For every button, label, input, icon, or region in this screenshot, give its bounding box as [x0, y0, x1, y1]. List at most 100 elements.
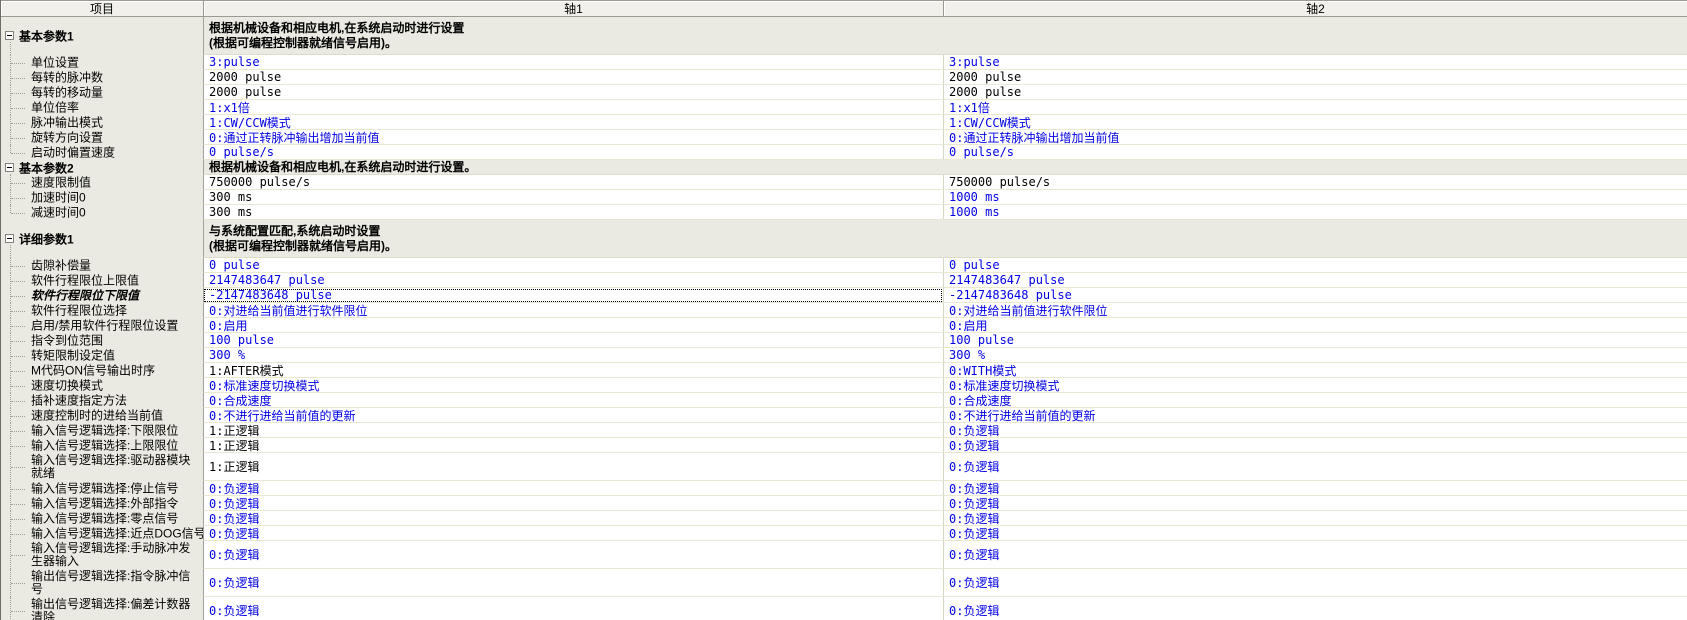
axis1-value-cell[interactable]: 0 pulse	[203, 258, 943, 273]
axis2-value-cell[interactable]: 100 pulse	[943, 333, 1687, 348]
tree-cell[interactable]: 指令到位范围	[1, 333, 203, 348]
tree-cell[interactable]: 减速时间0	[1, 205, 203, 220]
axis2-value-cell[interactable]: 0:负逻辑	[943, 438, 1687, 453]
axis2-value-cell[interactable]: 0:不进行进给当前值的更新	[943, 408, 1687, 423]
tree-item-label[interactable]: 单位倍率	[31, 101, 203, 114]
tree-item-label[interactable]: 减速时间0	[31, 206, 203, 219]
axis1-value-cell[interactable]: 0:负逻辑	[203, 526, 943, 541]
tree-cell[interactable]: 启动时偏置速度	[1, 145, 203, 160]
tree-group-label[interactable]: 基本参数2	[19, 160, 74, 175]
axis2-value-cell[interactable]: 0:对进给当前值进行软件限位	[943, 303, 1687, 318]
tree-item-label[interactable]: 脉冲输出模式	[31, 116, 203, 129]
tree-cell[interactable]: 每转的移动量	[1, 85, 203, 100]
axis2-value-cell[interactable]: 0:通过正转脉冲输出增加当前值	[943, 130, 1687, 145]
axis2-value-cell[interactable]: 0:负逻辑	[943, 481, 1687, 496]
tree-cell[interactable]: 输出信号逻辑选择:指令脉冲信号	[1, 569, 203, 597]
axis1-value-cell[interactable]: 0:不进行进给当前值的更新	[203, 408, 943, 423]
tree-item-label[interactable]: 速度切换模式	[31, 379, 203, 392]
tree-cell[interactable]: 单位倍率	[1, 100, 203, 115]
tree-group-label[interactable]: 详细参数1	[19, 231, 74, 248]
axis1-value-cell[interactable]: 2147483647 pulse	[203, 273, 943, 288]
tree-cell[interactable]: 每转的脉冲数	[1, 70, 203, 85]
tree-cell[interactable]: 旋转方向设置	[1, 130, 203, 145]
tree-cell[interactable]: 输入信号逻辑选择:手动脉冲发生器输入	[1, 541, 203, 569]
axis2-value-cell[interactable]: -2147483648 pulse	[943, 288, 1687, 303]
tree-item-label[interactable]: 每转的移动量	[31, 86, 203, 99]
axis2-value-cell[interactable]: 2000 pulse	[943, 70, 1687, 85]
axis2-value-cell[interactable]: 300 %	[943, 348, 1687, 363]
axis1-value-cell[interactable]: 100 pulse	[203, 333, 943, 348]
tree-item-label[interactable]: 转矩限制设定值	[31, 349, 203, 362]
tree-item-label[interactable]: 加速时间0	[31, 191, 203, 204]
tree-group-label[interactable]: 基本参数1	[19, 28, 74, 45]
tree-item-label[interactable]: 输出信号逻辑选择:偏差计数器清除	[31, 598, 203, 620]
axis2-value-cell[interactable]: 0:合成速度	[943, 393, 1687, 408]
axis1-value-cell[interactable]: 1:CW/CCW模式	[203, 115, 943, 130]
tree-cell[interactable]: 输入信号逻辑选择:近点DOG信号	[1, 526, 203, 541]
axis1-value-cell[interactable]: 2000 pulse	[203, 85, 943, 100]
tree-cell[interactable]: 输出信号逻辑选择:偏差计数器清除	[1, 597, 203, 620]
tree-cell[interactable]: 速度切换模式	[1, 378, 203, 393]
tree-item-label[interactable]: 启用/禁用软件行程限位设置	[31, 319, 203, 332]
axis1-value-cell[interactable]: 1:正逻辑	[203, 453, 943, 481]
tree-item-label[interactable]: 旋转方向设置	[31, 131, 203, 144]
tree-item-label[interactable]: 输入信号逻辑选择:外部指令	[31, 497, 203, 510]
axis1-value-cell[interactable]: 300 ms	[203, 205, 943, 220]
tree-cell[interactable]: 输入信号逻辑选择:外部指令	[1, 496, 203, 511]
axis1-value-cell[interactable]: 1:正逻辑	[203, 423, 943, 438]
tree-item-label[interactable]: 输入信号逻辑选择:停止信号	[31, 482, 203, 495]
axis1-value-cell[interactable]: 0:负逻辑	[203, 496, 943, 511]
collapse-minus-icon[interactable]	[5, 234, 14, 243]
axis2-value-cell[interactable]: 750000 pulse/s	[943, 175, 1687, 190]
axis2-value-cell[interactable]: 0:负逻辑	[943, 526, 1687, 541]
tree-cell[interactable]: M代码ON信号输出时序	[1, 363, 203, 378]
tree-cell[interactable]: 基本参数2	[1, 160, 203, 175]
tree-cell[interactable]: 输入信号逻辑选择:停止信号	[1, 481, 203, 496]
axis2-value-cell[interactable]: 0:负逻辑	[943, 423, 1687, 438]
tree-cell[interactable]: 软件行程限位选择	[1, 303, 203, 318]
axis1-value-cell[interactable]: 0:合成速度	[203, 393, 943, 408]
tree-item-label[interactable]: 软件行程限位下限值	[31, 289, 203, 302]
axis2-value-cell[interactable]: 2000 pulse	[943, 85, 1687, 100]
tree-item-label[interactable]: 输入信号逻辑选择:下限限位	[31, 424, 203, 437]
tree-item-label[interactable]: 指令到位范围	[31, 334, 203, 347]
tree-item-label[interactable]: 输入信号逻辑选择:上限限位	[31, 439, 203, 452]
axis1-value-cell[interactable]: 3:pulse	[203, 55, 943, 70]
axis1-value-cell[interactable]: 1:正逻辑	[203, 438, 943, 453]
tree-cell[interactable]: 详细参数1	[1, 220, 203, 258]
axis1-value-cell[interactable]: 0:负逻辑	[203, 597, 943, 620]
axis1-value-cell[interactable]: 0:负逻辑	[203, 569, 943, 597]
tree-item-label[interactable]: 启动时偏置速度	[31, 146, 203, 159]
axis2-value-cell[interactable]: 0:负逻辑	[943, 511, 1687, 526]
axis1-value-cell[interactable]: 0:启用	[203, 318, 943, 333]
axis1-value-cell[interactable]: 2000 pulse	[203, 70, 943, 85]
axis2-value-cell[interactable]: 3:pulse	[943, 55, 1687, 70]
tree-item-label[interactable]: 插补速度指定方法	[31, 394, 203, 407]
axis2-value-cell[interactable]: 0:WITH模式	[943, 363, 1687, 378]
axis1-value-cell[interactable]: 0:通过正转脉冲输出增加当前值	[203, 130, 943, 145]
tree-cell[interactable]: 加速时间0	[1, 190, 203, 205]
tree-item-label[interactable]: 软件行程限位上限值	[31, 274, 203, 287]
axis1-value-cell[interactable]: 1:AFTER模式	[203, 363, 943, 378]
tree-item-label[interactable]: 每转的脉冲数	[31, 71, 203, 84]
axis2-value-cell[interactable]: 1:x1倍	[943, 100, 1687, 115]
axis1-value-cell[interactable]: -2147483648 pulse	[203, 288, 943, 303]
tree-cell[interactable]: 插补速度指定方法	[1, 393, 203, 408]
collapse-minus-icon[interactable]	[5, 163, 14, 172]
axis1-value-cell[interactable]: 750000 pulse/s	[203, 175, 943, 190]
tree-cell[interactable]: 输入信号逻辑选择:驱动器模块就绪	[1, 453, 203, 481]
axis2-value-cell[interactable]: 0 pulse/s	[943, 145, 1687, 160]
tree-cell[interactable]: 软件行程限位下限值	[1, 288, 203, 303]
axis2-value-cell[interactable]: 0:负逻辑	[943, 597, 1687, 620]
axis1-value-cell[interactable]: 0:负逻辑	[203, 481, 943, 496]
axis2-value-cell[interactable]: 2147483647 pulse	[943, 273, 1687, 288]
tree-cell[interactable]: 基本参数1	[1, 17, 203, 55]
axis2-value-cell[interactable]: 0:启用	[943, 318, 1687, 333]
axis1-value-cell[interactable]: 0:标准速度切换模式	[203, 378, 943, 393]
tree-item-label[interactable]: 输入信号逻辑选择:零点信号	[31, 512, 203, 525]
tree-item-label[interactable]: 输入信号逻辑选择:驱动器模块就绪	[31, 454, 203, 480]
tree-cell[interactable]: 输入信号逻辑选择:零点信号	[1, 511, 203, 526]
axis2-value-cell[interactable]: 0:负逻辑	[943, 453, 1687, 481]
axis2-value-cell[interactable]: 1000 ms	[943, 190, 1687, 205]
tree-cell[interactable]: 速度限制值	[1, 175, 203, 190]
